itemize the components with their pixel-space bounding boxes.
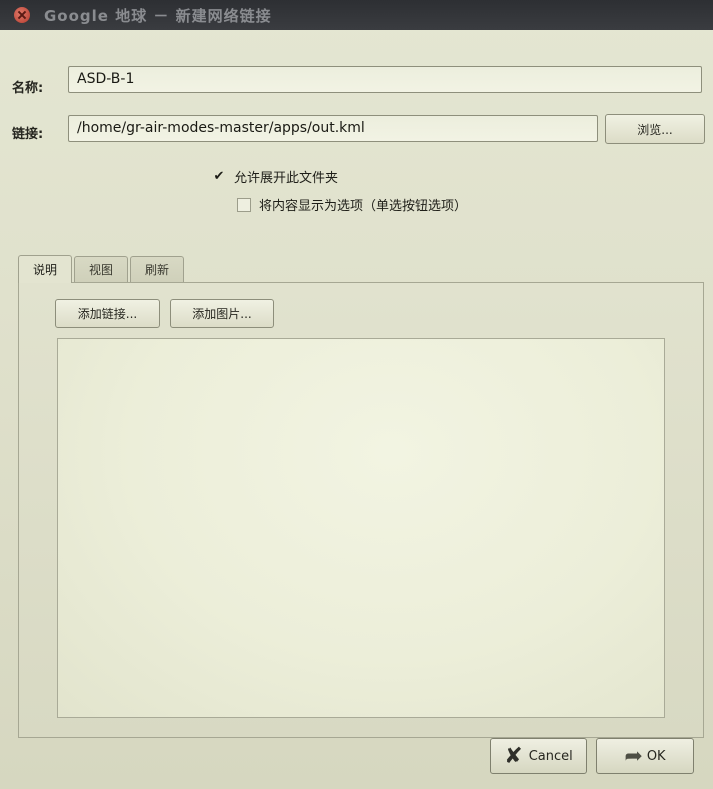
show-as-options-label: 将内容显示为选项（单选按钮选项） — [259, 199, 468, 214]
cancel-button[interactable]: ✘ Cancel — [490, 738, 587, 774]
add-image-button[interactable]: 添加图片... — [170, 299, 274, 328]
link-field[interactable]: /home/gr-air-modes-master/apps/out.kml — [68, 115, 598, 142]
tab-bar: 说明 视图 刷新 — [18, 255, 186, 283]
allow-expand-label: 允许展开此文件夹 — [234, 171, 339, 186]
ok-arrow-icon: ➦ — [624, 743, 643, 769]
show-as-options-checkbox[interactable] — [237, 197, 251, 212]
close-icon[interactable] — [14, 7, 30, 23]
show-as-options-option[interactable]: 将内容显示为选项（单选按钮选项） — [237, 195, 467, 214]
description-tab-panel: 添加链接... 添加图片... — [18, 282, 704, 738]
name-field[interactable]: ASD-B-1 — [68, 66, 702, 93]
cancel-label: Cancel — [528, 748, 573, 764]
tab-refresh[interactable]: 刷新 — [130, 256, 185, 282]
ok-button[interactable]: ➦ OK — [596, 738, 694, 774]
title-bar: Google 地球 － 新建网络链接 — [0, 0, 713, 30]
allow-expand-option[interactable]: ✔ 允许展开此文件夹 — [212, 167, 338, 186]
add-link-button[interactable]: 添加链接... — [55, 299, 160, 328]
tab-view[interactable]: 视图 — [74, 256, 129, 282]
window-title: Google 地球 － 新建网络链接 — [44, 6, 272, 25]
tab-description[interactable]: 说明 — [18, 255, 73, 283]
browse-button[interactable]: 浏览... — [605, 114, 705, 144]
new-network-link-dialog: Google 地球 － 新建网络链接 名称: ASD-B-1 链接: /home… — [0, 0, 713, 789]
cancel-x-icon: ✘ — [504, 743, 523, 769]
name-label: 名称: — [12, 81, 44, 96]
description-textarea[interactable] — [57, 338, 665, 718]
ok-label: OK — [646, 748, 666, 764]
checkmark-icon[interactable]: ✔ — [212, 169, 226, 184]
link-label: 链接: — [12, 127, 44, 142]
